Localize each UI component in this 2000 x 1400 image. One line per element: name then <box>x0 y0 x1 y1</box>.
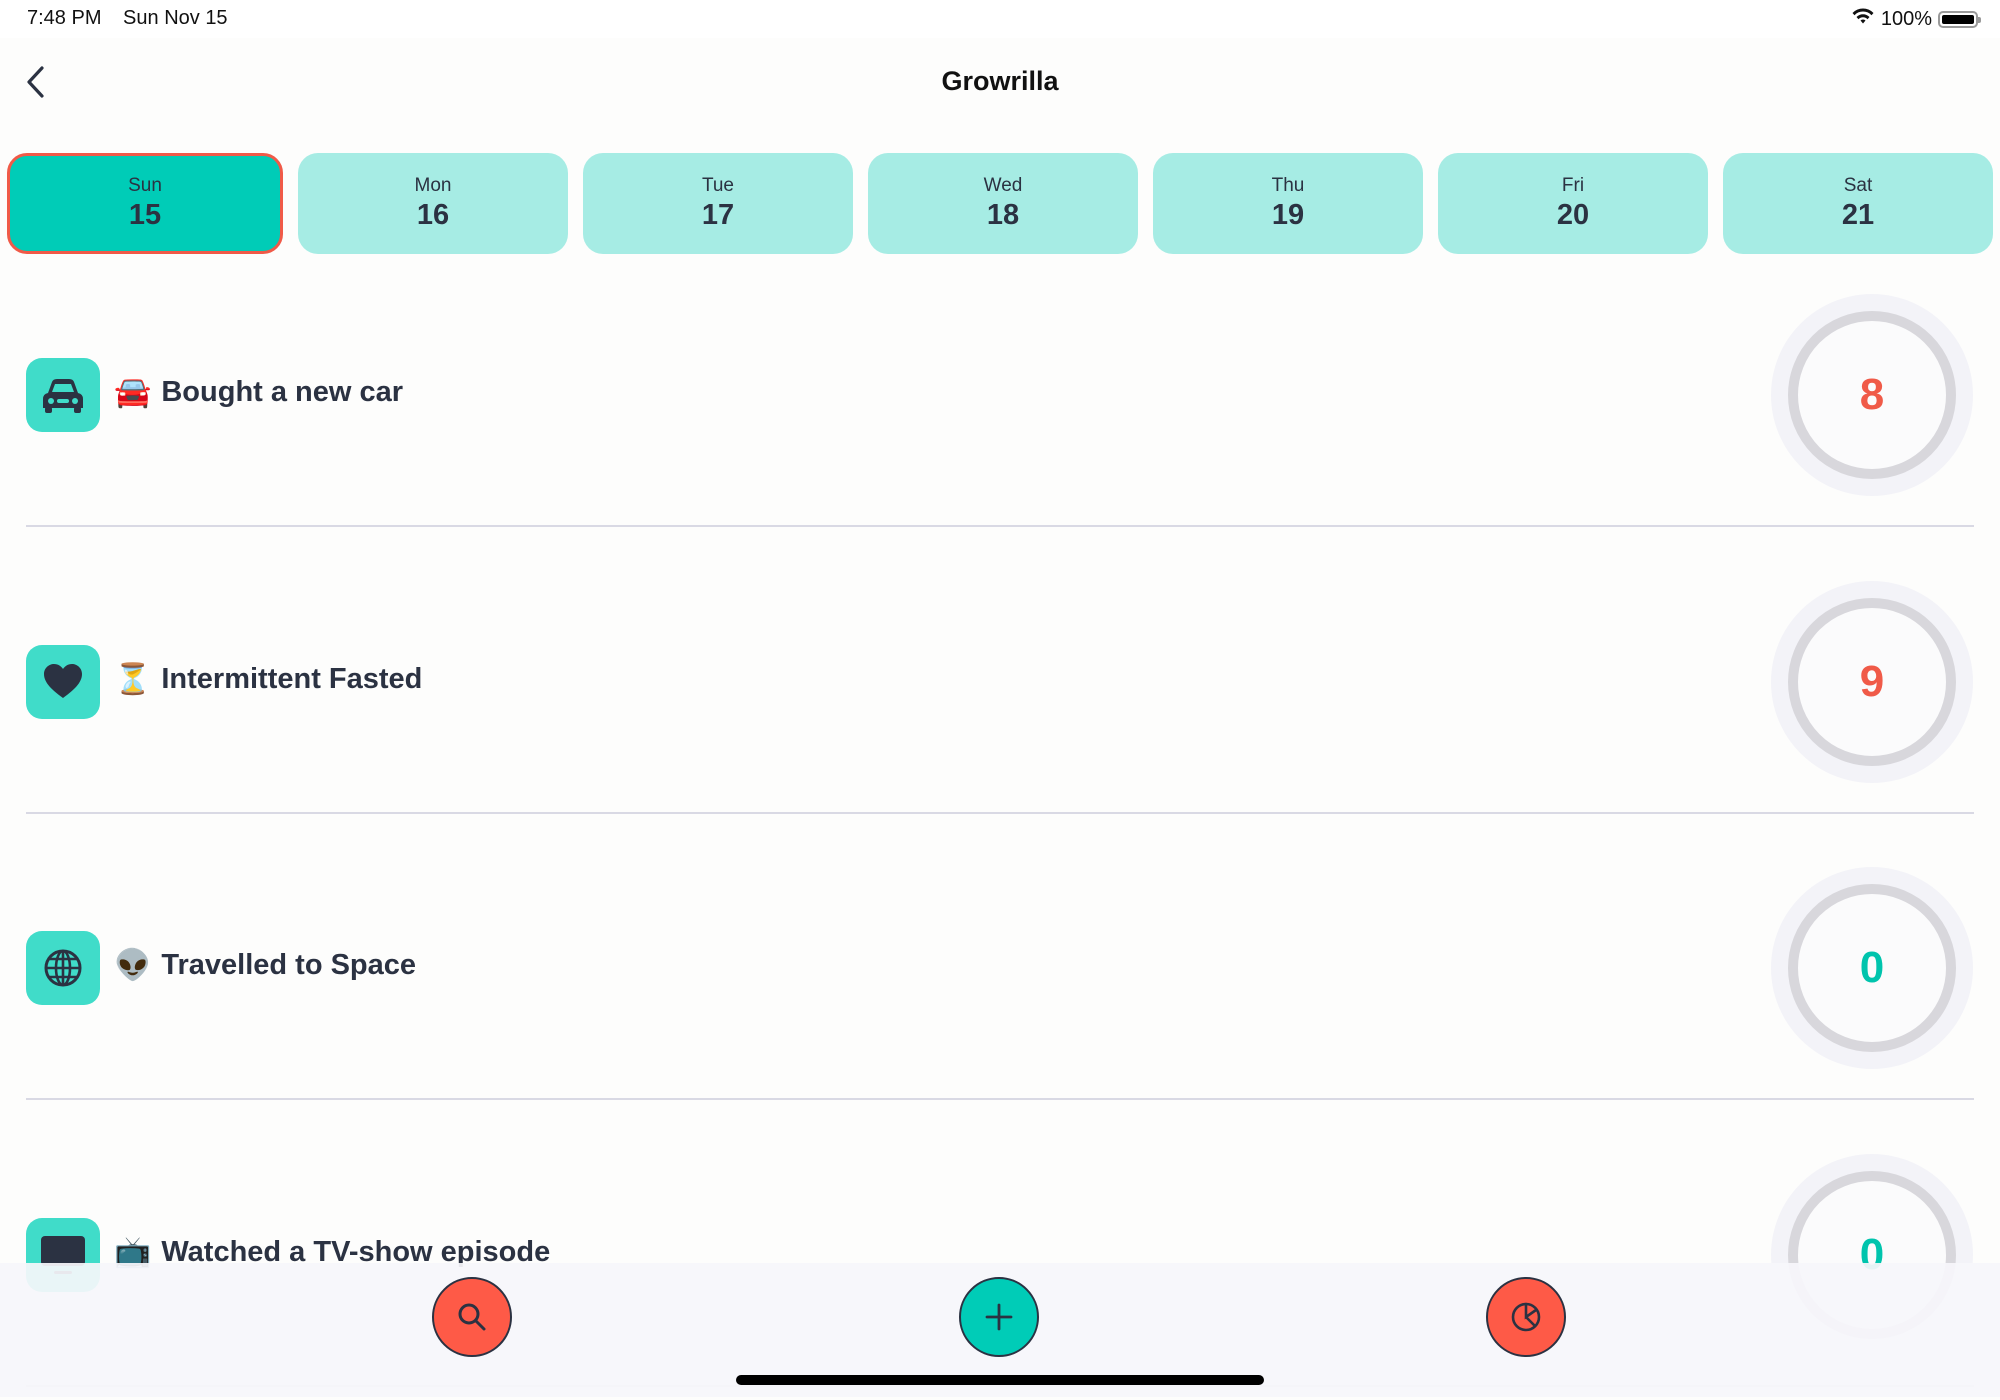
day-tile-thu[interactable]: Thu 19 <box>1153 153 1423 254</box>
pie-chart-icon <box>1511 1302 1541 1332</box>
habit-counter-button[interactable]: 8 <box>1771 294 1973 496</box>
habit-count-ring: 8 <box>1788 311 1956 479</box>
habit-emoji: ⏳ <box>114 662 152 696</box>
day-tile-mon[interactable]: Mon 16 <box>298 153 568 254</box>
habit-counter-button[interactable]: 0 <box>1771 867 1973 1069</box>
day-name: Fri <box>1561 175 1585 196</box>
habit-row[interactable]: 👽 Travelled to Space 0 <box>0 827 2000 1113</box>
habit-label: ⏳ Intermittent Fasted <box>114 662 422 697</box>
day-name: Sun <box>128 175 162 196</box>
heart-icon <box>43 663 83 700</box>
day-name: Sat <box>1843 175 1873 196</box>
habit-row[interactable]: ⏳ Intermittent Fasted 9 <box>0 541 2000 827</box>
habit-icon-badge <box>26 358 100 432</box>
day-number: 16 <box>416 199 450 231</box>
battery-fill <box>1942 14 1974 24</box>
day-number: 15 <box>128 199 162 231</box>
car-icon <box>40 375 86 415</box>
status-left: 7:48 PM Sun Nov 15 <box>27 7 244 30</box>
habit-icon-badge <box>26 644 100 719</box>
day-tile-tue[interactable]: Tue 17 <box>583 153 853 254</box>
row-divider <box>26 525 1974 527</box>
day-name: Wed <box>983 175 1023 196</box>
row-divider <box>26 811 1974 814</box>
week-day-selector: Sun 15 Mon 16 Tue 17 Wed 18 Thu 19 Fri 20 Sat 21 <box>7 153 1993 254</box>
row-divider <box>26 1098 1974 1100</box>
battery-icon <box>1938 10 1981 28</box>
status-right: 100% <box>1851 7 1981 31</box>
habit-title: Travelled to Space <box>161 949 417 981</box>
nav-bar: Growrilla <box>0 38 2000 128</box>
habit-icon-badge <box>26 931 100 1005</box>
day-number: 19 <box>1271 199 1305 231</box>
battery-percent: 100% <box>1880 7 1932 30</box>
habit-label: 👽 Travelled to Space <box>114 948 416 983</box>
habit-title: Bought a new car <box>161 376 404 408</box>
day-name: Mon <box>414 175 452 196</box>
habit-title: Intermittent Fasted <box>161 662 423 695</box>
add-button[interactable] <box>959 1277 1039 1357</box>
day-tile-fri[interactable]: Fri 20 <box>1438 153 1708 254</box>
day-number: 21 <box>1841 199 1875 231</box>
habit-emoji: 👽 <box>114 949 152 982</box>
stats-button[interactable] <box>1486 1277 1566 1357</box>
wifi-icon <box>1851 7 1875 31</box>
habit-emoji: 🚘 <box>114 376 152 409</box>
habit-count-ring: 9 <box>1788 597 1956 766</box>
habit-count: 9 <box>1859 656 1885 706</box>
day-number: 18 <box>986 199 1020 231</box>
globe-icon <box>43 948 83 988</box>
habit-count-ring: 0 <box>1788 884 1956 1052</box>
status-date: Sun Nov 15 <box>123 7 228 29</box>
home-indicator[interactable] <box>736 1375 1264 1385</box>
habit-count: 0 <box>1859 943 1885 992</box>
day-tile-sun[interactable]: Sun 15 <box>7 153 283 254</box>
plus-icon <box>985 1303 1013 1331</box>
day-tile-sat[interactable]: Sat 21 <box>1723 153 1993 254</box>
habit-label: 🚘 Bought a new car <box>114 375 403 410</box>
search-button[interactable] <box>432 1277 512 1357</box>
page-title: Growrilla <box>941 66 1059 96</box>
day-number: 17 <box>701 199 735 231</box>
day-number: 20 <box>1556 199 1590 231</box>
status-time: 7:48 PM <box>27 7 102 29</box>
day-name: Tue <box>701 175 735 196</box>
day-tile-wed[interactable]: Wed 18 <box>868 153 1138 254</box>
habit-counter-button[interactable]: 9 <box>1771 580 1973 783</box>
habit-count: 8 <box>1859 370 1885 419</box>
status-bar: 7:48 PM Sun Nov 15 100% <box>0 0 2000 38</box>
habit-row[interactable]: 🚘 Bought a new car 8 <box>0 254 2000 540</box>
day-name: Thu <box>1271 175 1305 196</box>
search-icon <box>458 1303 486 1331</box>
